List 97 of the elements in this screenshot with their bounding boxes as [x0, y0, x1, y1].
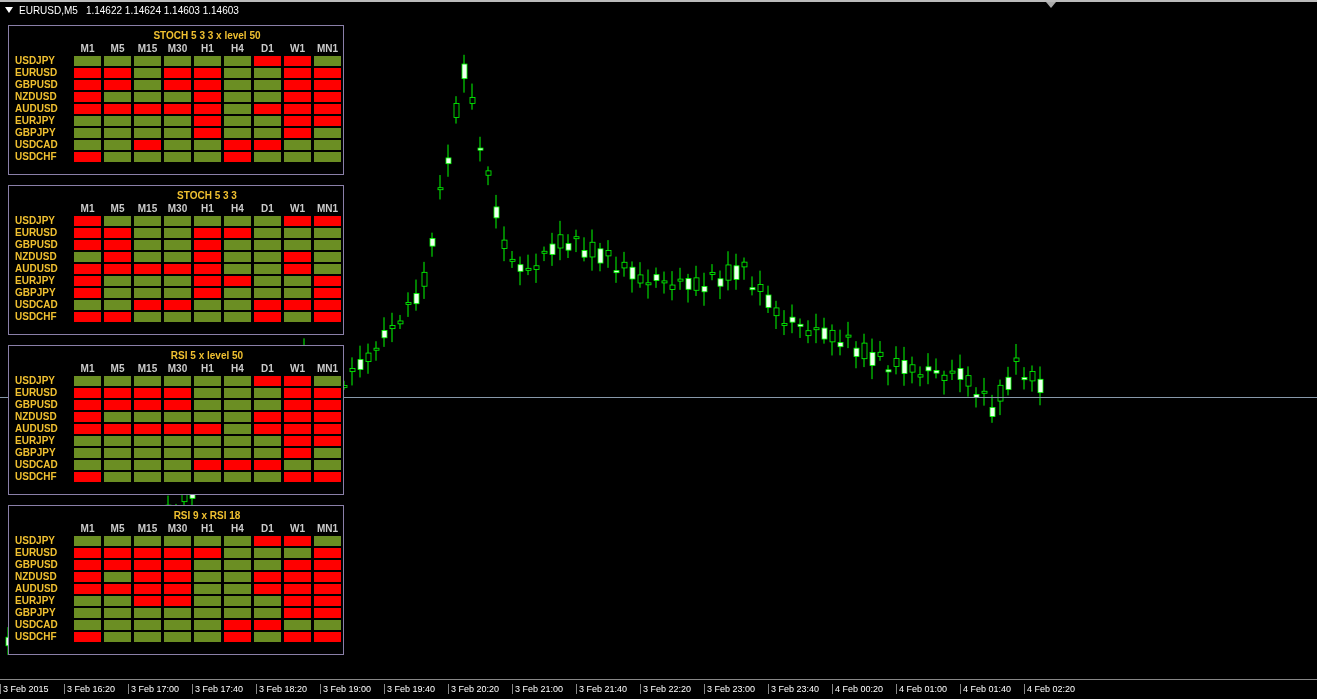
- timeframe-header: MN1: [315, 43, 340, 54]
- shift-marker-icon[interactable]: [1046, 2, 1056, 8]
- currency-pair-label: USDJPY: [15, 376, 56, 386]
- timeframe-header: D1: [260, 363, 275, 374]
- timeframe-header: M5: [109, 203, 126, 214]
- timeframe-header: MN1: [315, 523, 340, 534]
- timeframe-header: MN1: [315, 203, 340, 214]
- currency-pair-label: EURJPY: [15, 276, 56, 286]
- timeframe-header: M15: [136, 523, 159, 534]
- currency-pair-label: GBPJPY: [15, 608, 57, 618]
- time-axis-label: 3 Feb 17:00: [128, 684, 192, 694]
- timeframe-header: M5: [109, 523, 126, 534]
- timeframe-header: H4: [230, 43, 245, 54]
- currency-pair-label: USDJPY: [15, 216, 56, 226]
- timeframe-header: M5: [109, 43, 126, 54]
- currency-pair-label: NZDUSD: [15, 252, 58, 262]
- time-axis-label: 3 Feb 21:40: [576, 684, 640, 694]
- currency-pair-label: USDJPY: [15, 56, 56, 66]
- time-axis-label: 3 Feb 18:20: [256, 684, 320, 694]
- time-axis-label: 3 Feb 19:00: [320, 684, 384, 694]
- currency-pair-label: EURJPY: [15, 116, 56, 126]
- currency-pair-label: USDCAD: [15, 460, 59, 470]
- currency-pair-label: NZDUSD: [15, 412, 58, 422]
- timeframe-header: M1: [79, 203, 96, 214]
- timeframe-header: M15: [136, 203, 159, 214]
- time-axis-label: 3 Feb 23:40: [768, 684, 832, 694]
- timeframe-header: H4: [230, 203, 245, 214]
- timeframe-header: H1: [200, 523, 215, 534]
- panel-title: RSI 5 x level 50: [169, 349, 245, 363]
- timeframe-header: M1: [79, 43, 96, 54]
- timeframe-header: D1: [260, 203, 275, 214]
- time-axis-label: 4 Feb 02:20: [1024, 684, 1088, 694]
- timeframe-header: M15: [136, 363, 159, 374]
- timeframe-header: H1: [200, 203, 215, 214]
- time-axis-label: 3 Feb 19:40: [384, 684, 448, 694]
- timeframe-header: M30: [166, 363, 189, 374]
- timeframe-header: M1: [79, 523, 96, 534]
- currency-pair-label: AUDUSD: [15, 104, 59, 114]
- time-axis-label: 3 Feb 16:20: [64, 684, 128, 694]
- chart-symbol: EURUSD,M5: [19, 4, 78, 16]
- timeframe-header: H4: [230, 363, 245, 374]
- currency-pair-label: USDCHF: [15, 312, 58, 322]
- timeframe-header: M30: [166, 203, 189, 214]
- panel-title: RSI 9 x RSI 18: [172, 509, 242, 523]
- timeframe-header: D1: [260, 43, 275, 54]
- timeframe-header: W1: [289, 203, 306, 214]
- currency-pair-label: GBPUSD: [15, 400, 59, 410]
- time-axis-label: 3 Feb 23:00: [704, 684, 768, 694]
- timeframe-header: W1: [289, 363, 306, 374]
- currency-pair-label: GBPUSD: [15, 560, 59, 570]
- currency-pair-label: USDCHF: [15, 472, 58, 482]
- currency-pair-label: EURUSD: [15, 388, 59, 398]
- timeframe-header: W1: [289, 43, 306, 54]
- currency-pair-label: AUDUSD: [15, 264, 59, 274]
- currency-pair-label: USDCAD: [15, 620, 59, 630]
- time-axis-label: 3 Feb 22:20: [640, 684, 704, 694]
- timeframe-header: H4: [230, 523, 245, 534]
- currency-pair-label: GBPUSD: [15, 240, 59, 250]
- timeframe-header: M5: [109, 363, 126, 374]
- timeframe-header: MN1: [315, 363, 340, 374]
- currency-pair-label: GBPJPY: [15, 448, 57, 458]
- time-axis-label: 3 Feb 21:00: [512, 684, 576, 694]
- currency-pair-label: GBPUSD: [15, 80, 59, 90]
- currency-pair-label: NZDUSD: [15, 572, 58, 582]
- panel-title: STOCH 5 3 3 x level 50: [152, 29, 262, 43]
- timeframe-header: W1: [289, 523, 306, 534]
- timeframe-header: H1: [200, 363, 215, 374]
- time-axis-label: 4 Feb 01:00: [896, 684, 960, 694]
- currency-pair-label: USDCAD: [15, 300, 59, 310]
- timeframe-header: M30: [166, 43, 189, 54]
- timeframe-header: D1: [260, 523, 275, 534]
- currency-pair-label: AUDUSD: [15, 424, 59, 434]
- panel-title: STOCH 5 3 3: [176, 189, 238, 203]
- currency-pair-label: EURJPY: [15, 436, 56, 446]
- currency-pair-label: USDCHF: [15, 152, 58, 162]
- timeframe-header: M30: [166, 523, 189, 534]
- currency-pair-label: EURUSD: [15, 228, 59, 238]
- currency-pair-label: EURJPY: [15, 596, 56, 606]
- timeframe-header: H1: [200, 43, 215, 54]
- currency-pair-label: EURUSD: [15, 68, 59, 78]
- price-readout: 1.14622 1.14624 1.14603 1.14603: [85, 4, 239, 16]
- currency-pair-label: USDCHF: [15, 632, 58, 642]
- timeframe-header: M1: [79, 363, 96, 374]
- currency-pair-label: GBPJPY: [15, 288, 57, 298]
- dropdown-arrow-icon[interactable]: [5, 7, 13, 13]
- time-axis-label: 4 Feb 00:20: [832, 684, 896, 694]
- time-axis-label: 3 Feb 17:40: [192, 684, 256, 694]
- time-axis-label: 3 Feb 20:20: [448, 684, 512, 694]
- currency-pair-label: NZDUSD: [15, 92, 58, 102]
- currency-pair-label: USDCAD: [15, 140, 59, 150]
- time-axis-label: 3 Feb 2015: [0, 684, 64, 694]
- currency-pair-label: USDJPY: [15, 536, 56, 546]
- time-axis-label: 4 Feb 01:40: [960, 684, 1024, 694]
- currency-pair-label: GBPJPY: [15, 128, 57, 138]
- currency-pair-label: EURUSD: [15, 548, 59, 558]
- timeframe-header: M15: [136, 43, 159, 54]
- currency-pair-label: AUDUSD: [15, 584, 59, 594]
